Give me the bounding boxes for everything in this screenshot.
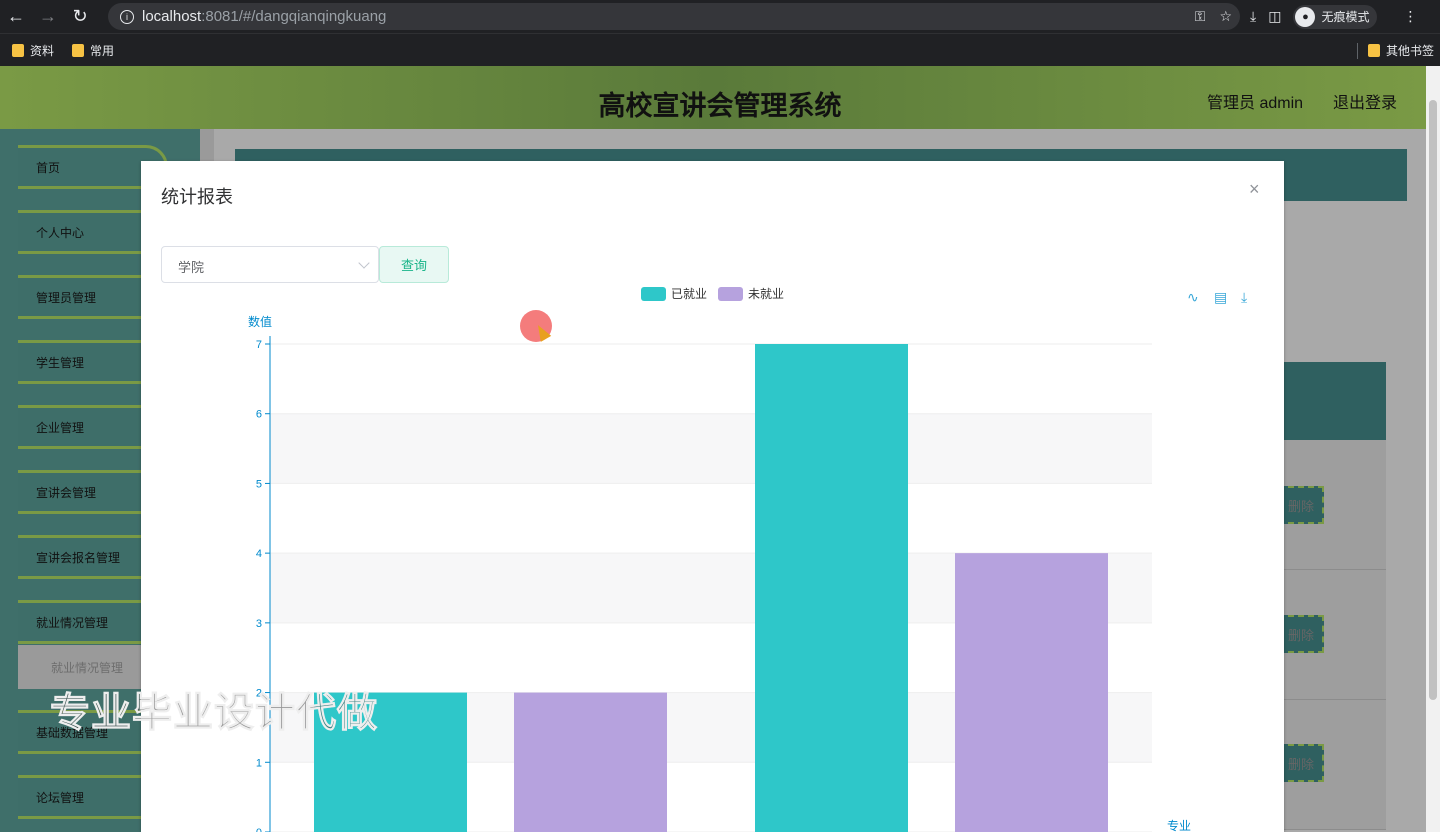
divider bbox=[1356, 42, 1358, 59]
y-tick-label: 3 bbox=[256, 618, 262, 630]
legend-swatch bbox=[718, 287, 743, 301]
y-tick-label: 5 bbox=[256, 478, 262, 490]
y-tick-label: 4 bbox=[256, 548, 262, 560]
incognito-badge[interactable]: ● 无痕模式 bbox=[1293, 4, 1378, 29]
bar bbox=[755, 344, 908, 832]
grid-band bbox=[270, 483, 1152, 554]
folder-icon bbox=[12, 43, 24, 57]
incognito-icon: ● bbox=[1295, 6, 1316, 27]
bar bbox=[514, 692, 667, 832]
bookmark-folder[interactable]: 常用 bbox=[72, 42, 114, 59]
y-tick-label: 1 bbox=[256, 757, 262, 769]
logout-link[interactable]: 退出登录 bbox=[1333, 89, 1397, 113]
delete-button[interactable]: 删除 bbox=[1278, 615, 1324, 653]
delete-button[interactable]: 删除 bbox=[1278, 744, 1324, 782]
delete-button[interactable]: 删除 bbox=[1278, 486, 1324, 524]
y-axis-label: 数值 bbox=[248, 314, 272, 329]
bookmark-folder[interactable]: 资料 bbox=[12, 42, 54, 59]
bar bbox=[955, 553, 1108, 832]
app-header: 高校宣讲会管理系统 管理员 admin 退出登录 bbox=[0, 66, 1426, 129]
bookmarks-bar: 资料 常用 其他书签 bbox=[0, 33, 1440, 66]
reload-icon[interactable]: ↻ bbox=[64, 0, 96, 33]
key-icon[interactable]: ⚿ bbox=[1195, 8, 1206, 25]
header-user: 管理员 admin bbox=[1207, 95, 1304, 112]
star-icon[interactable]: ☆ bbox=[1219, 8, 1232, 25]
folder-icon bbox=[1367, 44, 1380, 57]
y-tick-label: 6 bbox=[256, 409, 262, 421]
forward-icon[interactable]: → bbox=[32, 0, 64, 33]
menu-icon[interactable]: ⋮ bbox=[1403, 8, 1417, 25]
table-header bbox=[1284, 362, 1386, 440]
grid-band bbox=[270, 344, 1152, 414]
legend-label: 未就业 bbox=[748, 287, 784, 301]
watermark: 专业毕业设计代做 bbox=[50, 691, 378, 736]
legend-swatch bbox=[641, 287, 666, 301]
legend-label: 已就业 bbox=[671, 287, 707, 301]
download-icon[interactable]: ⤓ bbox=[1250, 8, 1256, 25]
back-icon[interactable]: ← bbox=[0, 0, 32, 33]
side-panel-icon[interactable]: ◫ bbox=[1268, 8, 1281, 25]
incognito-label: 无痕模式 bbox=[1321, 10, 1370, 24]
scrollbar-thumb[interactable] bbox=[1429, 100, 1437, 700]
page-scrollbar[interactable] bbox=[1426, 66, 1440, 832]
x-axis-label: 专业 bbox=[1167, 818, 1191, 832]
y-tick-label: 7 bbox=[256, 339, 262, 351]
grid-band bbox=[270, 413, 1152, 484]
url-text: localhost:8081/#/dangqianqingkuang bbox=[142, 8, 387, 25]
address-bar[interactable]: i localhost:8081/#/dangqianqingkuang ⚿ ☆ bbox=[108, 3, 1240, 30]
folder-icon bbox=[72, 43, 85, 57]
y-tick-label: 0 bbox=[256, 827, 262, 832]
info-icon[interactable]: i bbox=[120, 9, 134, 24]
other-bookmarks[interactable]: 其他书签 bbox=[1367, 42, 1434, 59]
browser-toolbar: ← → ↻ i localhost:8081/#/dangqianqingkua… bbox=[0, 0, 1440, 33]
